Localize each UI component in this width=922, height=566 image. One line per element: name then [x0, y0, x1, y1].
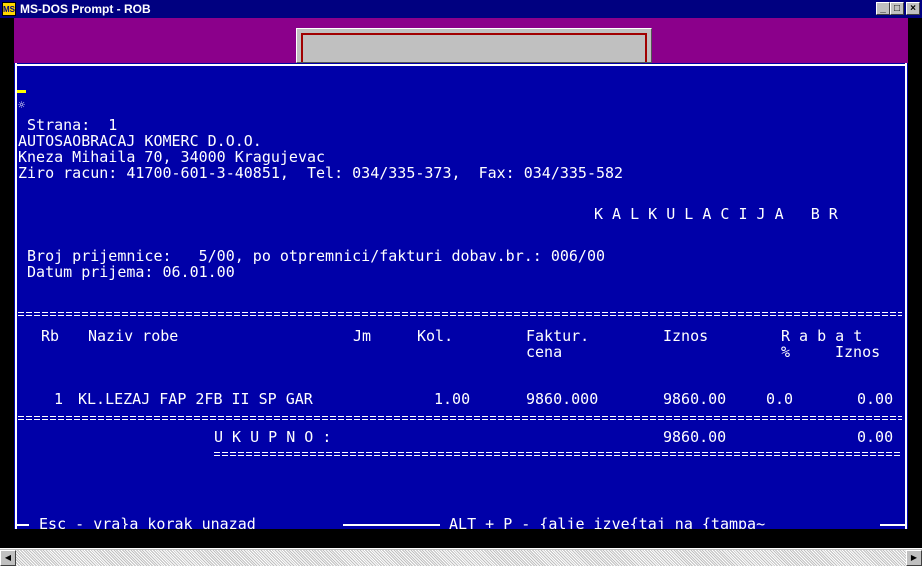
bank-contact-line: Ziro racun: 41700-601-3-40851, Tel: 034/…	[18, 164, 624, 182]
scroll-left-button[interactable]: ◀	[0, 550, 16, 566]
col-header-faktur: Faktur.	[526, 327, 590, 345]
window-title: MS-DOS Prompt - ROB	[20, 2, 151, 16]
background-window	[296, 28, 652, 63]
left-border	[0, 18, 14, 548]
sun-glyph: ☼	[18, 98, 26, 112]
separator-double	[214, 452, 902, 457]
page-number: Strana: 1	[18, 116, 118, 134]
right-border	[908, 18, 922, 548]
col-header-rabat-pct: %	[781, 343, 791, 361]
minimize-button[interactable]: _	[876, 2, 890, 15]
col-header-cena: cena	[526, 343, 563, 361]
close-icon: ×	[910, 3, 916, 14]
title-bar[interactable]: MS MS-DOS Prompt - ROB _ □ ×	[0, 0, 922, 18]
col-header-rabat: R a b a t	[781, 327, 863, 345]
frame-bottom	[880, 524, 907, 526]
console-bottom-area	[0, 529, 922, 548]
col-header-naziv: Naziv robe	[88, 327, 179, 345]
col-header-iznos: Iznos	[663, 327, 709, 345]
company-address: Kneza Mihaila 70, 34000 Kragujevac	[18, 148, 326, 166]
col-header-jm: Jm	[353, 327, 372, 345]
frame-bottom	[15, 524, 29, 526]
row-iznos: 9860.00	[663, 390, 727, 408]
maximize-button[interactable]: □	[890, 2, 904, 15]
frame-right	[905, 63, 907, 529]
receipt-date: Datum prijema: 06.01.00	[18, 263, 235, 281]
row-kol: 1.00	[434, 390, 471, 408]
scroll-track[interactable]	[16, 550, 906, 566]
console-screen[interactable]: ☼ Strana: 1 AUTOSAOBRACAJ KOMERC D.O.O. …	[14, 63, 908, 532]
scroll-right-icon: ▶	[910, 553, 918, 562]
minimize-icon: _	[880, 3, 886, 14]
receipt-line: Broj prijemnice: 5/00, po otpremnici/fak…	[18, 247, 605, 265]
separator-double	[18, 312, 902, 317]
row-rabat-pct: 0.0	[766, 390, 794, 408]
scroll-right-button[interactable]: ▶	[906, 550, 922, 566]
close-button[interactable]: ×	[906, 2, 920, 15]
separator-double	[18, 416, 902, 421]
col-header-rabat-iznos: Iznos	[835, 343, 881, 361]
total-iznos: 9860.00	[663, 428, 727, 446]
row-rabat-iznos: 0.00	[857, 390, 894, 408]
company-name: AUTOSAOBRACAJ KOMERC D.O.O.	[18, 132, 262, 150]
col-header-rb: Rb	[41, 327, 60, 345]
col-header-kol: Kol.	[417, 327, 454, 345]
scroll-left-icon: ◀	[4, 553, 12, 562]
row-naziv: KL.LEZAJ FAP 2FB II SP GAR	[78, 390, 313, 408]
total-rabat: 0.00	[857, 428, 894, 446]
frame-bottom	[343, 524, 440, 526]
horizontal-scrollbar[interactable]: ◀ ▶	[0, 548, 922, 566]
frame-left	[15, 63, 17, 529]
ms-dos-app-icon[interactable]: MS	[2, 2, 16, 16]
document-title: K A L K U L A C I J A B R	[594, 205, 838, 223]
frame-top	[15, 64, 907, 66]
text-cursor	[17, 90, 26, 93]
row-cena: 9860.000	[526, 390, 599, 408]
row-rb: 1	[54, 390, 64, 408]
total-label: U K U P N O :	[214, 428, 332, 446]
maximize-icon: □	[893, 3, 901, 14]
